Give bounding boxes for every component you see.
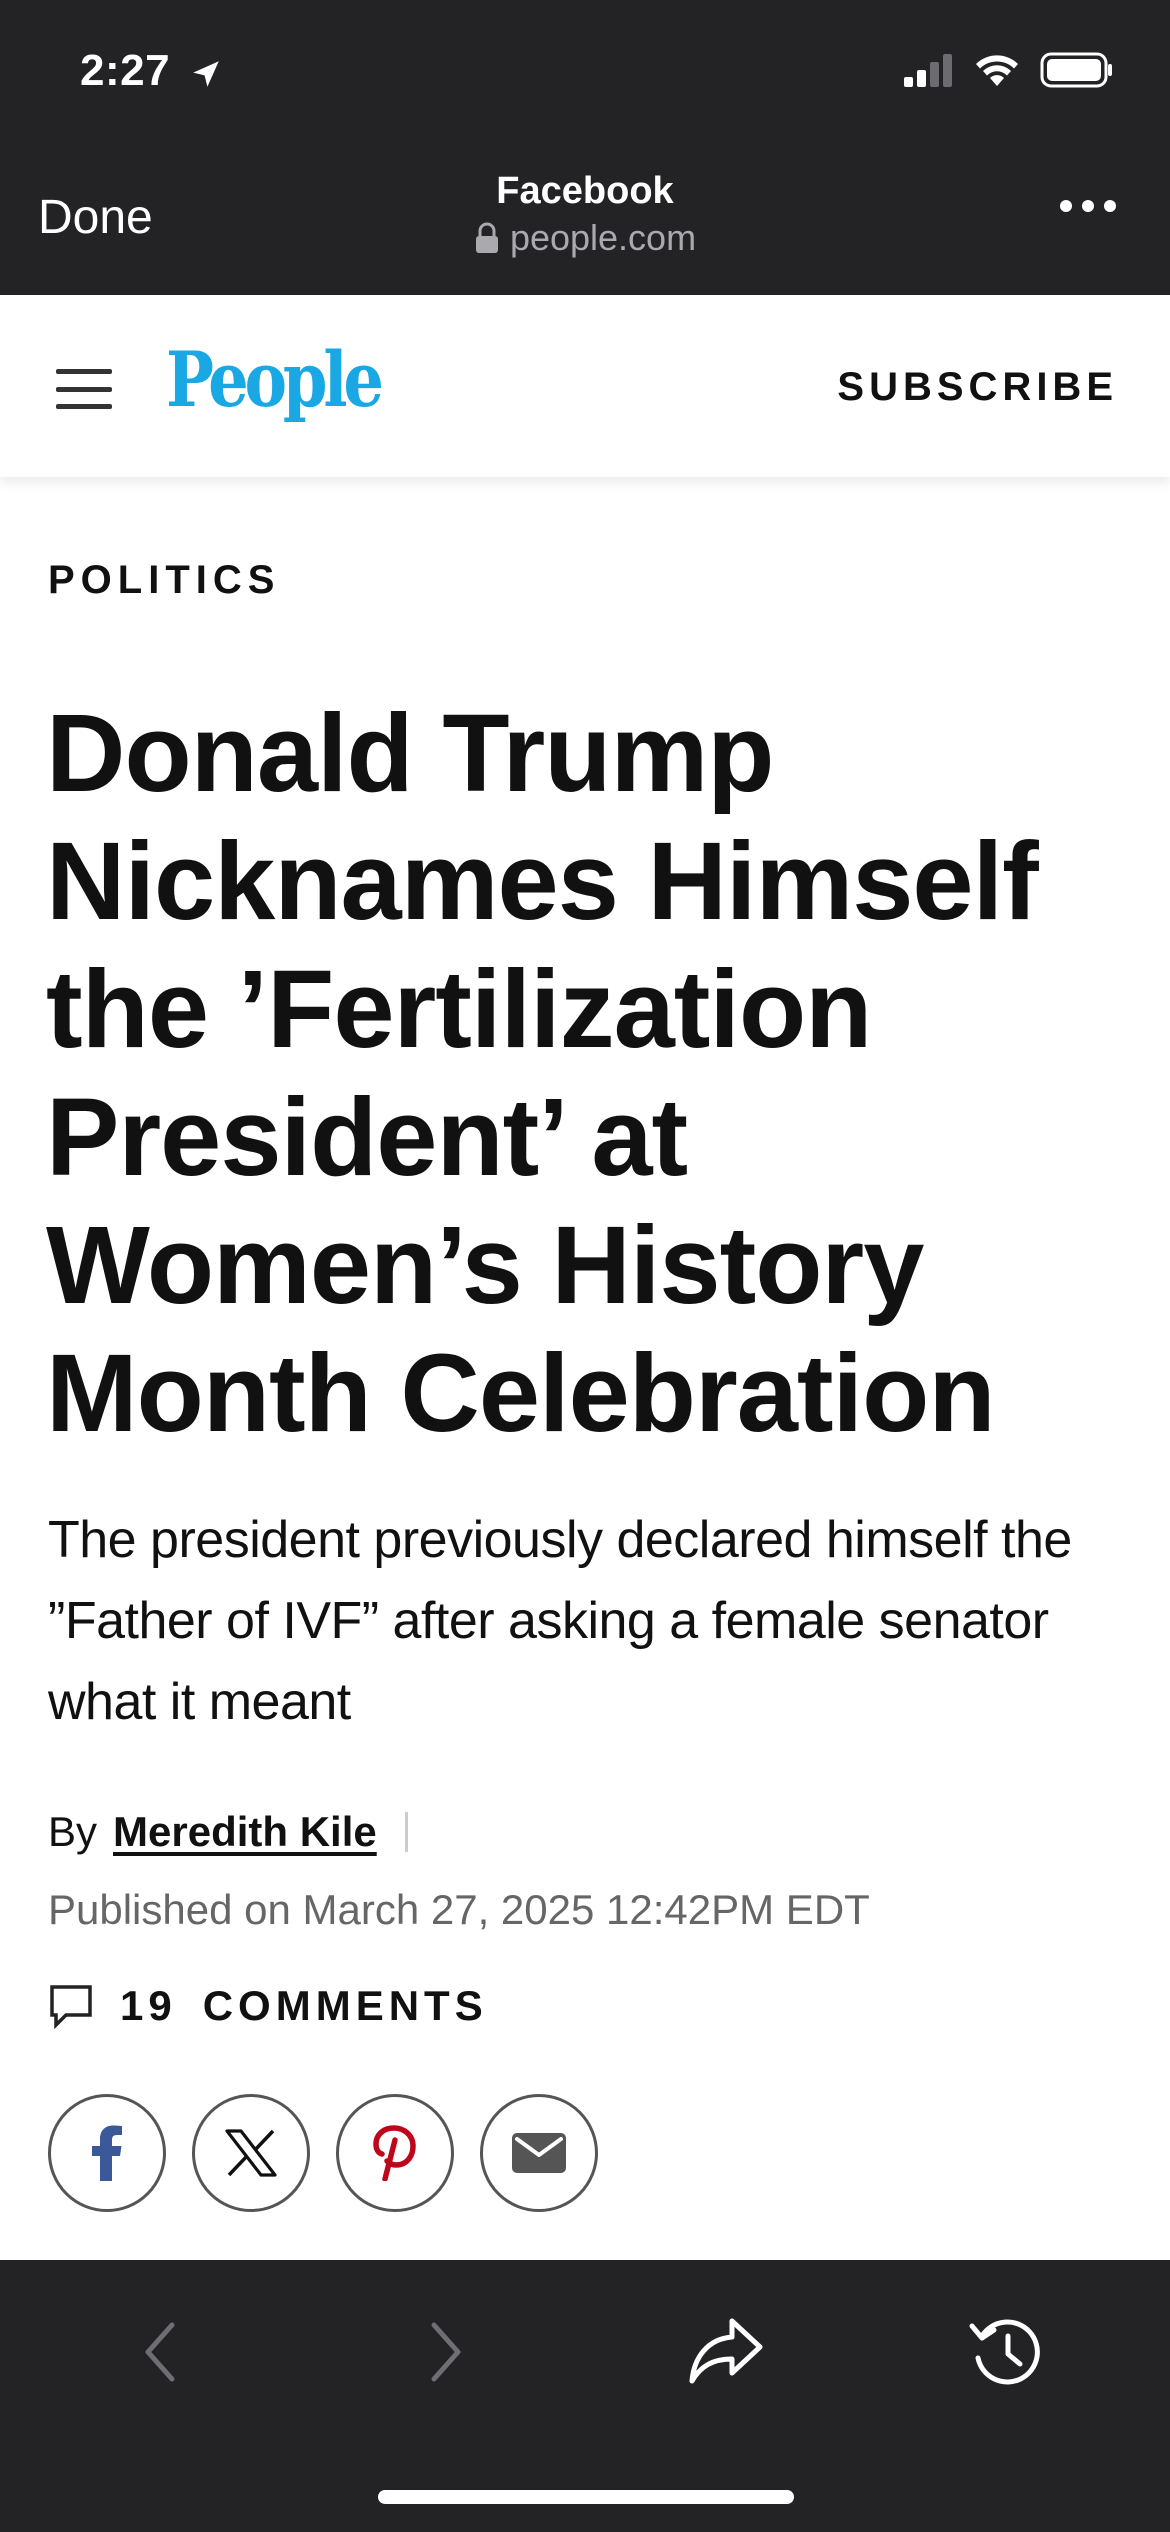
article-headline: Donald Trump Nicknames Himself the ’Fert… — [46, 692, 1039, 1455]
browser-title-area: Facebook people.com — [0, 170, 1170, 259]
by-label: By — [48, 1808, 98, 1855]
ellipsis-icon[interactable] — [1060, 200, 1116, 212]
battery-icon — [1040, 52, 1112, 88]
back-arrow-icon[interactable] — [120, 2312, 200, 2392]
share-arrow-icon[interactable] — [686, 2312, 766, 2392]
comment-icon — [50, 1985, 92, 2029]
menu-line — [56, 369, 112, 374]
ellipsis-dot — [1104, 200, 1116, 212]
signal-icon — [904, 54, 952, 87]
mail-icon — [512, 2133, 566, 2173]
facebook-icon — [92, 2125, 122, 2181]
comments-count: 19 — [120, 1982, 177, 2029]
status-time-text: 2:27 — [80, 46, 171, 95]
site-header: People SUBSCRIBE — [0, 295, 1170, 477]
lock-icon — [475, 222, 498, 253]
ellipsis-dot — [1082, 200, 1094, 212]
page-title: Facebook — [496, 170, 674, 212]
forward-arrow-icon[interactable] — [406, 2312, 486, 2392]
share-buttons — [48, 2094, 598, 2212]
url-text: people.com — [509, 217, 697, 258]
x-share-button[interactable] — [192, 2094, 310, 2212]
x-icon — [225, 2129, 277, 2177]
menu-icon[interactable] — [56, 369, 112, 409]
publish-date: Published on March 27, 2025 12:42PM EDT — [48, 1886, 870, 1933]
browser-chrome: 2:27 Done Facebook people.com — [0, 0, 1170, 295]
home-indicator[interactable] — [378, 2490, 794, 2504]
facebook-share-button[interactable] — [48, 2094, 166, 2212]
subscribe-button[interactable]: SUBSCRIBE — [837, 365, 1118, 410]
menu-line — [56, 404, 112, 409]
pinterest-share-button[interactable] — [336, 2094, 454, 2212]
byline: By Meredith Kile — [48, 1808, 408, 1856]
article-category[interactable]: POLITICS — [48, 558, 280, 603]
author-link[interactable]: Meredith Kile — [113, 1808, 377, 1856]
email-share-button[interactable] — [480, 2094, 598, 2212]
people-logo[interactable]: People — [166, 335, 384, 424]
location-arrow-icon — [193, 61, 219, 87]
status-bar-time: 2:27 — [80, 46, 223, 96]
byline-divider — [404, 1812, 408, 1852]
url-display[interactable]: people.com — [474, 217, 696, 259]
wifi-icon — [976, 55, 1018, 86]
comments-label: COMMENTS — [202, 1982, 488, 2029]
history-icon[interactable] — [966, 2312, 1046, 2392]
ellipsis-dot — [1060, 200, 1072, 212]
menu-line — [56, 386, 112, 392]
article-dek: The president previously declared himsel… — [48, 1511, 1072, 1731]
status-icons — [904, 52, 1114, 88]
comments-link[interactable]: 19 COMMENTS — [48, 1982, 488, 2030]
pinterest-icon — [373, 2125, 416, 2181]
